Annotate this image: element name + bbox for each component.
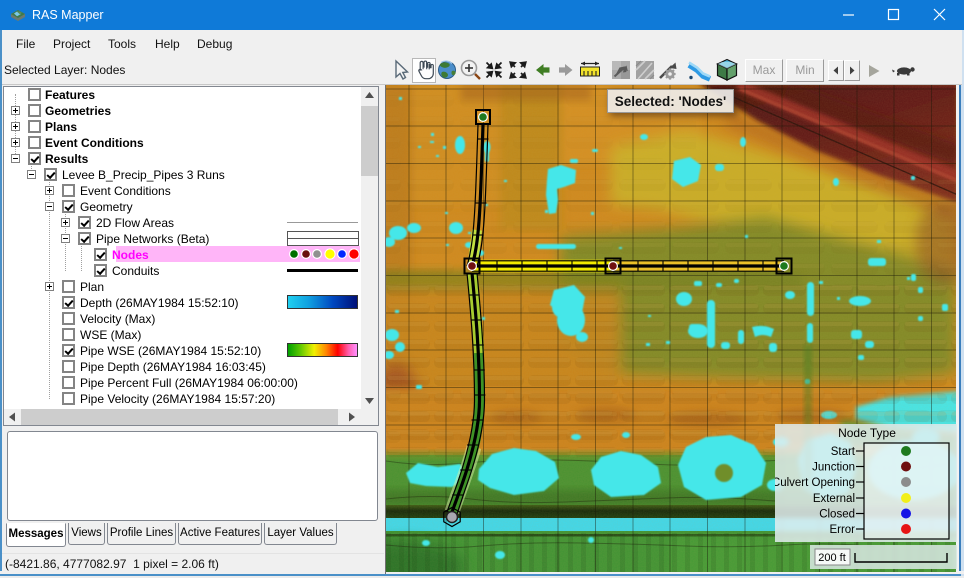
- svg-text:Start: Start: [831, 446, 856, 458]
- svg-text:200 ft: 200 ft: [818, 552, 846, 564]
- svg-text:Error: Error: [829, 524, 855, 536]
- svg-text:External: External: [813, 493, 855, 505]
- svg-text:Closed: Closed: [819, 509, 855, 521]
- svg-text:Culvert Opening: Culvert Opening: [775, 477, 855, 489]
- svg-text:Node Type: Node Type: [838, 426, 896, 440]
- svg-text:Junction: Junction: [812, 462, 855, 474]
